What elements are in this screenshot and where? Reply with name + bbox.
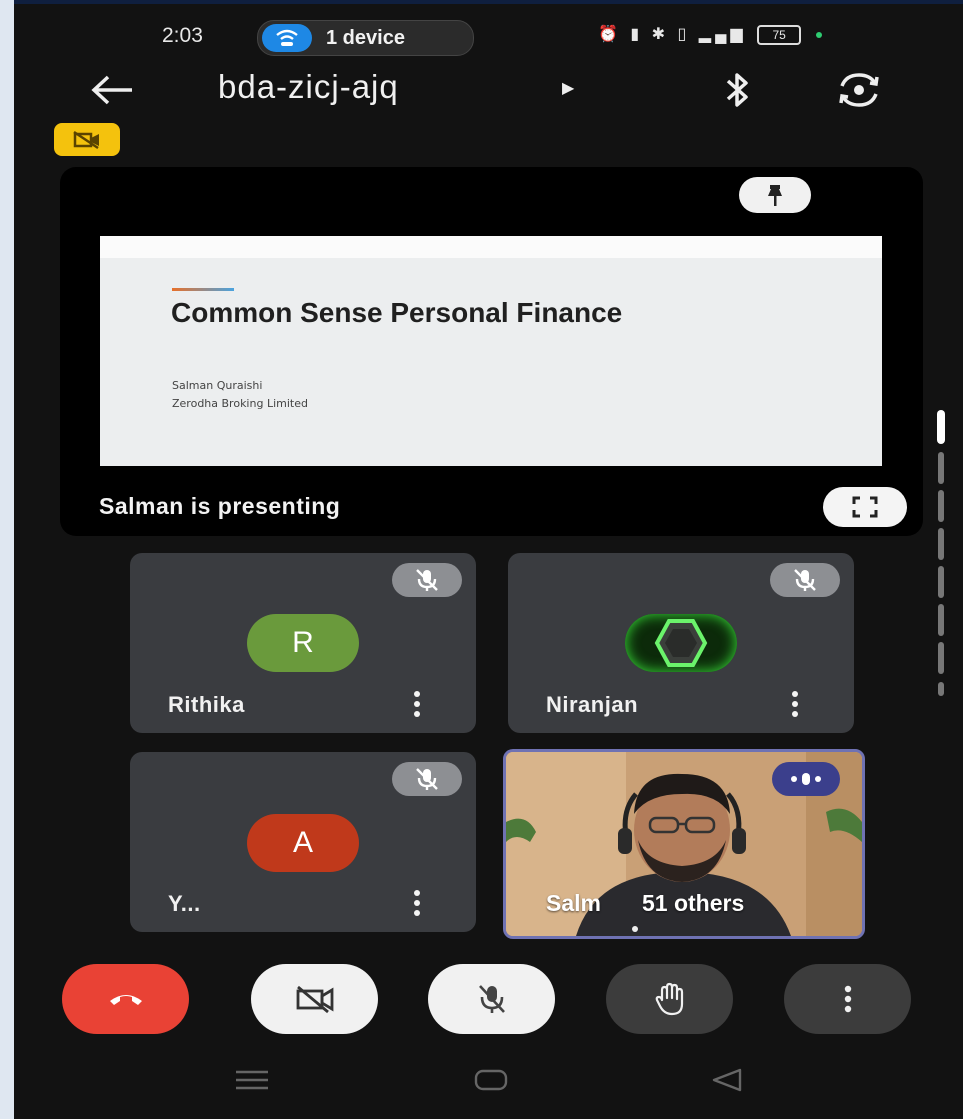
more-options-button[interactable] [407, 888, 427, 918]
top-edge [14, 0, 963, 4]
mic-off-icon [416, 569, 438, 591]
more-vertical-icon [844, 985, 851, 1013]
fullscreen-button[interactable] [823, 487, 907, 527]
scroll-indicator[interactable] [936, 410, 946, 700]
back-button[interactable] [88, 70, 138, 110]
others-count: 51 others [642, 890, 745, 916]
left-edge-strip [0, 0, 14, 1119]
cast-device-pill[interactable]: 1 device [257, 20, 474, 56]
bluetooth-status-icon: ✱ [651, 26, 670, 43]
camera-off-icon [73, 130, 99, 149]
recent-apps-button[interactable] [234, 1068, 270, 1097]
shared-slide: Common Sense Personal Finance Salman Qur… [100, 236, 882, 466]
bluetooth-icon [726, 73, 748, 107]
more-options-button[interactable] [407, 689, 427, 719]
hang-up-icon [109, 995, 142, 1005]
battery-icon: 75 [757, 24, 802, 45]
dot [792, 691, 798, 697]
participant-name: Niranjan [546, 692, 639, 717]
mic-off-icon [416, 768, 438, 790]
back-triangle-icon [712, 1068, 742, 1092]
active-speaker-tile[interactable]: Salm 51 others [503, 749, 865, 939]
slide-topbar [100, 236, 882, 258]
wifi-icon [262, 24, 312, 52]
participant-name: Rithika [168, 692, 245, 717]
back-arrow-icon [91, 75, 132, 105]
slide-title: Common Sense Personal Finance [171, 297, 623, 328]
presenting-caption: Salman is presenting [99, 493, 341, 519]
switch-camera-icon [839, 73, 879, 107]
bluetooth-audio-button[interactable] [714, 70, 760, 110]
fullscreen-icon [852, 496, 878, 518]
camera-off-indicator [54, 123, 120, 156]
raise-hand-icon [655, 982, 683, 1016]
back-nav-button[interactable] [710, 1068, 744, 1097]
caret-right-icon[interactable]: ▶ [562, 78, 574, 98]
page-indicator-dot [632, 926, 638, 932]
participant-tile-y[interactable]: A Y... [130, 752, 476, 932]
home-button[interactable] [474, 1068, 508, 1097]
participant-name: Y... [168, 891, 201, 916]
privacy-indicator-icon [815, 31, 822, 38]
camera-toggle-button[interactable] [251, 964, 378, 1034]
menu-icon [236, 1070, 268, 1090]
more-options-button[interactable] [784, 964, 911, 1034]
vibrate-icon: ▮ [630, 26, 644, 43]
pin-button[interactable] [739, 177, 811, 213]
end-call-button[interactable] [62, 964, 189, 1034]
dot [414, 910, 420, 916]
dot [414, 691, 420, 697]
meeting-header: bda-zicj-ajq ▶ [14, 62, 963, 118]
meeting-code[interactable]: bda-zicj-ajq [218, 68, 399, 106]
participant-tile-niranjan[interactable]: Niranjan [508, 553, 854, 733]
meet-screen: 2:03 1 device ⏰ ▮ ✱ ▯ ▂▄▆ 75 bda-zicj-aj… [14, 0, 963, 1119]
raise-hand-button[interactable] [606, 964, 733, 1034]
dot [414, 701, 420, 707]
audio-level-icon [791, 773, 821, 785]
avatar: R [247, 614, 359, 672]
dot [792, 711, 798, 717]
status-bar: 2:03 1 device ⏰ ▮ ✱ ▯ ▂▄▆ 75 [14, 16, 963, 60]
mic-off-icon [794, 569, 816, 591]
avatar: A [247, 814, 359, 872]
alarm-icon: ⏰ [598, 26, 622, 43]
dot [414, 890, 420, 896]
clock: 2:03 [162, 24, 203, 47]
presentation-card[interactable]: Common Sense Personal Finance Salman Qur… [60, 167, 923, 536]
dot [792, 701, 798, 707]
slide-accent-line [172, 288, 234, 291]
speaking-indicator [772, 762, 840, 796]
volte-icon: ▯ [677, 26, 691, 43]
participant-tile-rithika[interactable]: R Rithika [130, 553, 476, 733]
pin-icon [768, 185, 782, 206]
system-icons: ⏰ ▮ ✱ ▯ ▂▄▆ 75 [598, 24, 822, 45]
switch-camera-button[interactable] [832, 70, 886, 110]
slide-company: Zerodha Broking Limited [172, 397, 308, 410]
signal-icon: ▂▄▆ [698, 26, 747, 43]
dot [414, 711, 420, 717]
home-icon [474, 1069, 508, 1091]
slide-author: Salman Quraishi [172, 379, 263, 392]
mic-toggle-button[interactable] [428, 964, 555, 1034]
avatar [625, 614, 737, 672]
mic-off-badge [392, 563, 462, 597]
hexagon-avatar-icon [654, 619, 708, 667]
mic-off-icon [478, 985, 505, 1013]
cast-device-label: 1 device [326, 27, 405, 49]
more-options-button[interactable] [785, 689, 805, 719]
mic-off-badge [392, 762, 462, 796]
dot [414, 900, 420, 906]
mic-off-badge [770, 563, 840, 597]
video-off-icon [296, 985, 333, 1014]
speaker-name: Salm [546, 890, 601, 916]
